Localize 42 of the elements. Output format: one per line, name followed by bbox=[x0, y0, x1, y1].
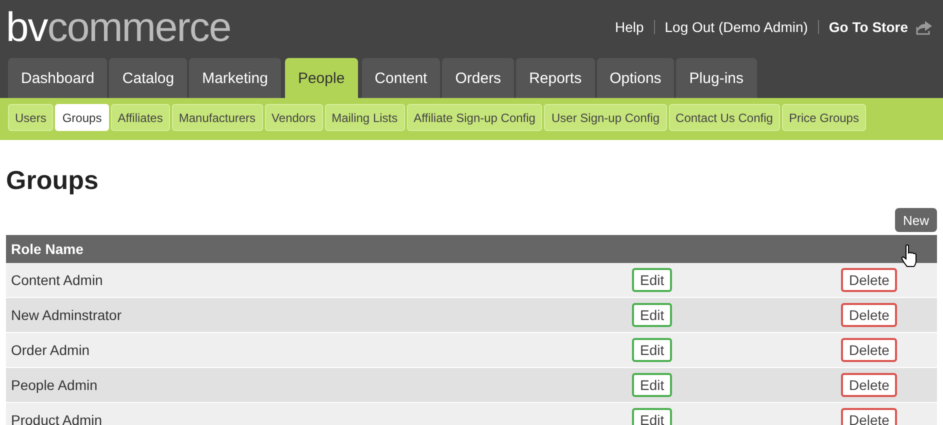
subnav-tab[interactable]: Groups bbox=[55, 104, 109, 131]
nav-tab[interactable]: Catalog bbox=[109, 58, 188, 98]
table-header: Role Name bbox=[6, 235, 937, 263]
nav-tab[interactable]: Content bbox=[362, 58, 440, 98]
role-name: Content Admin bbox=[10, 272, 104, 288]
subnav-tab[interactable]: Affiliates bbox=[110, 104, 170, 131]
edit-button[interactable]: Edit bbox=[632, 268, 672, 292]
header-link[interactable]: Help bbox=[614, 19, 644, 35]
subnav-tab[interactable]: Affiliate Sign-up Config bbox=[406, 104, 542, 131]
subnav-tab[interactable]: Manufacturers bbox=[172, 104, 263, 131]
new-button[interactable]: New bbox=[894, 208, 937, 232]
subnav-tab[interactable]: Price Groups bbox=[782, 104, 866, 131]
subnav-tab[interactable]: Mailing Lists bbox=[324, 104, 405, 131]
subnav-tab[interactable]: Vendors bbox=[264, 104, 323, 131]
delete-button[interactable]: Delete bbox=[841, 303, 898, 327]
edit-button[interactable]: Edit bbox=[632, 408, 672, 425]
nav-tab[interactable]: Options bbox=[596, 58, 674, 98]
nav-tab[interactable]: Orders bbox=[442, 58, 514, 98]
share-icon[interactable] bbox=[916, 20, 933, 34]
delete-button[interactable]: Delete bbox=[841, 268, 898, 292]
edit-button[interactable]: Edit bbox=[632, 303, 672, 327]
role-name: People Admin bbox=[10, 377, 98, 393]
subnav-tab[interactable]: Contact Us Config bbox=[668, 104, 780, 131]
delete-button[interactable]: Delete bbox=[841, 408, 898, 425]
edit-button[interactable]: Edit bbox=[632, 373, 672, 397]
nav-tab[interactable]: Marketing bbox=[189, 58, 281, 98]
role-name: Order Admin bbox=[10, 342, 91, 358]
logo[interactable]: bvcommerce bbox=[6, 7, 231, 48]
nav-tab[interactable]: Dashboard bbox=[8, 58, 108, 98]
role-name: Product Admin bbox=[10, 412, 104, 425]
nav-tab[interactable]: Reports bbox=[516, 58, 595, 98]
edit-button[interactable]: Edit bbox=[632, 338, 672, 362]
delete-button[interactable]: Delete bbox=[841, 373, 898, 397]
subnav-tab[interactable]: Users bbox=[8, 104, 54, 131]
page-title: Groups bbox=[6, 164, 100, 196]
nav-tab[interactable]: People bbox=[284, 58, 358, 98]
subnav-tab[interactable]: User Sign-up Config bbox=[544, 104, 667, 131]
role-name: New Adminstrator bbox=[10, 307, 122, 323]
nav-tab[interactable]: Plug-ins bbox=[676, 58, 756, 98]
delete-button[interactable]: Delete bbox=[841, 338, 898, 362]
store-link[interactable]: Go To Store bbox=[828, 19, 908, 35]
header-link[interactable]: Log Out (Demo Admin) bbox=[664, 19, 808, 35]
